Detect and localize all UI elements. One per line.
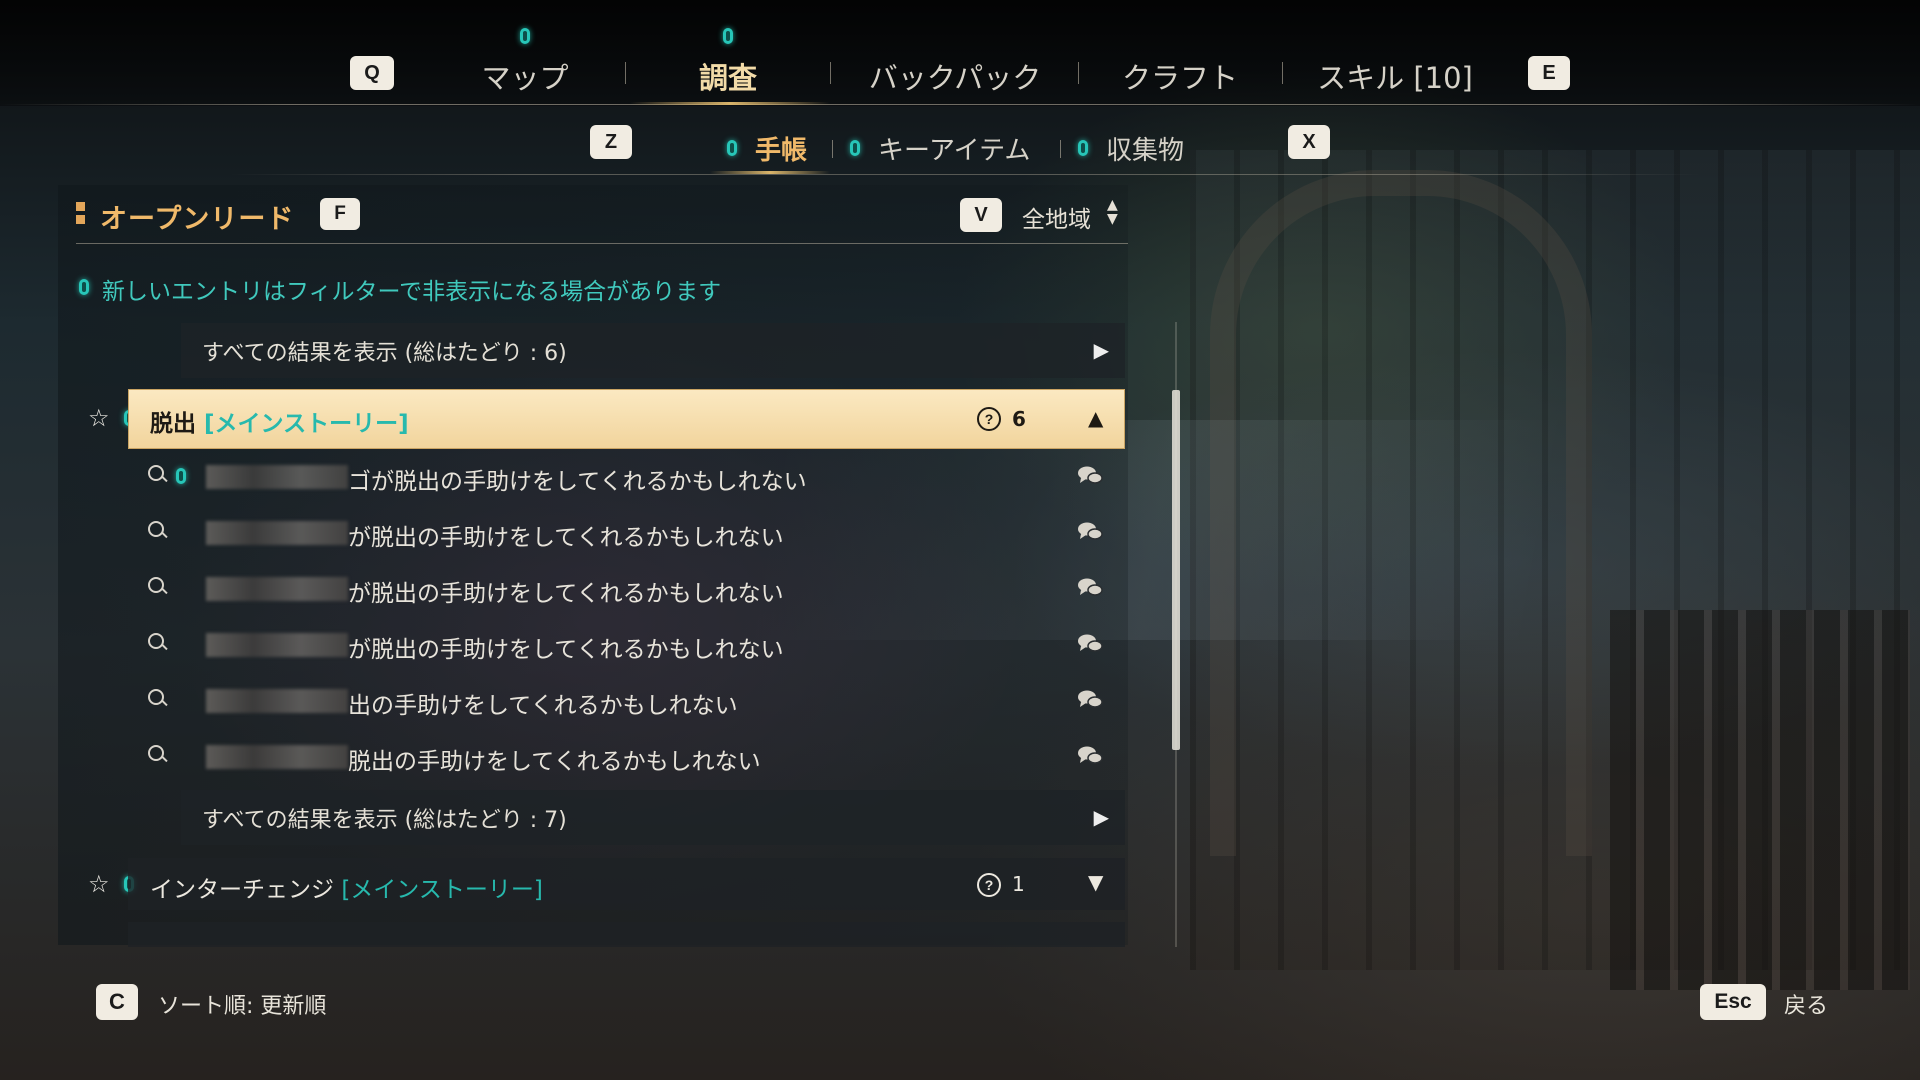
region-filter[interactable]: 全地域 <box>1022 200 1091 234</box>
lead-name: インターチェンジ <box>150 877 334 903</box>
redacted-name <box>206 521 348 545</box>
prev-subtab-key[interactable]: Z <box>590 125 632 159</box>
play-arrow-icon: ▶ <box>1093 338 1109 362</box>
new-indicator-icon <box>727 140 737 156</box>
entry-text: が脱出の手助けをしてくれるかもしれない <box>348 525 784 551</box>
tab-separator <box>1078 62 1079 84</box>
scrollbar-thumb[interactable] <box>1172 390 1180 750</box>
expand-arrow-icon[interactable]: ▼ <box>1088 870 1103 894</box>
magnifier-icon <box>148 689 164 705</box>
sort-order-label: ソート順: 更新順 <box>158 994 327 1019</box>
entry-text: 脱出の手助けをしてくれるかもしれない <box>348 749 761 775</box>
next-subtab-key[interactable]: X <box>1288 125 1330 159</box>
tab-craft[interactable]: クラフト <box>1110 55 1250 97</box>
sort-key[interactable]: C <box>96 984 138 1020</box>
dialogue-icon <box>1078 634 1103 652</box>
lead-interchange[interactable]: インターチェンジ [メインストーリー] ? 1 ▼ <box>128 858 1125 918</box>
tab-skills[interactable]: スキル [10] <box>1310 55 1480 97</box>
subtab-separator <box>832 140 833 158</box>
magnifier-icon <box>148 633 164 649</box>
section-title: オープンリード <box>100 204 295 235</box>
lead-entry[interactable]: が脱出の手助けをしてくれるかもしれない <box>140 565 1125 615</box>
collapse-arrow-icon[interactable]: ▲ <box>1088 406 1103 430</box>
background-gate <box>1610 610 1910 990</box>
subnav-divider <box>230 174 1700 175</box>
back-label: 戻る <box>1784 994 1829 1019</box>
entry-text: ゴが脱出の手助けをしてくれるかもしれない <box>348 469 807 495</box>
back-key[interactable]: Esc <box>1700 984 1766 1020</box>
new-indicator-icon <box>79 279 89 295</box>
entry-text: が脱出の手助けをしてくれるかもしれない <box>348 637 784 663</box>
subtab-notebook[interactable]: 手帳 <box>755 130 807 167</box>
next-tab-key[interactable]: E <box>1528 56 1570 90</box>
magnifier-icon <box>148 745 164 761</box>
lead-escape[interactable]: 脱出 [メインストーリー] ? 6 ▲ <box>128 389 1125 449</box>
dialogue-icon <box>1078 466 1103 484</box>
lead-name: 脱出 <box>150 411 196 437</box>
new-indicator-icon <box>1078 140 1088 156</box>
tab-investigation[interactable]: 調査 <box>668 55 788 97</box>
subtab-key-items[interactable]: キーアイテム <box>878 130 1030 167</box>
dialogue-icon <box>1078 746 1103 764</box>
show-all-results-button[interactable]: すべての結果を表示 (総はたどり : 6) ▶ <box>181 323 1125 378</box>
lead-entry[interactable]: が脱出の手助けをしてくれるかもしれない <box>140 621 1125 671</box>
new-indicator-icon <box>520 28 530 44</box>
show-all-results-button[interactable]: すべての結果を表示 (総はたどり : 7) ▶ <box>181 790 1125 845</box>
top-nav-divider <box>0 104 1920 105</box>
dialogue-icon <box>1078 690 1103 708</box>
lead-entry[interactable]: 脱出の手助けをしてくれるかもしれない <box>140 733 1125 783</box>
redacted-name <box>206 577 348 601</box>
lead-entry[interactable]: 出の手助けをしてくれるかもしれない <box>140 677 1125 727</box>
lead-count: 1 <box>1012 872 1025 896</box>
new-indicator-icon <box>723 28 733 44</box>
dialogue-icon <box>1078 522 1103 540</box>
entry-text: 出の手助けをしてくれるかもしれない <box>348 693 738 719</box>
star-icon[interactable]: ☆ <box>88 404 110 432</box>
lead-count: 6 <box>1012 407 1026 431</box>
redacted-name <box>206 465 348 489</box>
tab-separator <box>1282 62 1283 84</box>
show-all-label: すべての結果を表示 (総はたどり : 7) <box>202 807 567 833</box>
show-all-label: すべての結果を表示 (総はたどり : 6) <box>202 340 567 366</box>
section-marker-icon <box>76 202 85 224</box>
lead-title: 脱出 [メインストーリー] <box>150 404 409 438</box>
lead-entry[interactable]: ゴが脱出の手助けをしてくれるかもしれない <box>140 453 1125 503</box>
prev-tab-key[interactable]: Q <box>350 56 394 90</box>
dialogue-icon <box>1078 578 1103 596</box>
tab-separator <box>625 62 626 84</box>
question-icon: ? <box>977 873 1001 897</box>
lead-clipped <box>128 922 1125 947</box>
magnifier-icon <box>148 465 164 481</box>
filter-notice: 新しいエントリはフィルターで非表示になる場合があります <box>102 279 722 305</box>
new-indicator-icon <box>176 468 186 484</box>
tab-separator <box>830 62 831 84</box>
play-arrow-icon: ▶ <box>1093 805 1109 829</box>
magnifier-icon <box>148 577 164 593</box>
redacted-name <box>206 745 348 769</box>
star-icon[interactable]: ☆ <box>88 870 110 898</box>
lead-title: インターチェンジ [メインストーリー] <box>150 870 543 904</box>
tab-backpack[interactable]: バックパック <box>860 55 1050 97</box>
entry-text: が脱出の手助けをしてくれるかもしれない <box>348 581 784 607</box>
redacted-name <box>206 633 348 657</box>
section-key[interactable]: F <box>320 198 360 230</box>
magnifier-icon <box>148 521 164 537</box>
section-divider <box>76 243 1128 244</box>
subtab-collectibles[interactable]: 収集物 <box>1106 130 1184 167</box>
lead-tag: [メインストーリー] <box>204 411 409 437</box>
active-tab-indicator <box>630 102 830 105</box>
redacted-name <box>206 689 348 713</box>
question-icon: ? <box>977 407 1001 431</box>
new-indicator-icon <box>850 140 860 156</box>
lead-tag: [メインストーリー] <box>341 877 543 903</box>
region-dropdown-icon[interactable]: ▲ ▼ <box>1107 198 1118 226</box>
filter-key[interactable]: V <box>960 198 1002 232</box>
tab-map[interactable]: マップ <box>470 55 580 97</box>
lead-entry[interactable]: が脱出の手助けをしてくれるかもしれない <box>140 509 1125 559</box>
lead-row-bg <box>128 922 1125 947</box>
subtab-separator <box>1060 140 1061 158</box>
